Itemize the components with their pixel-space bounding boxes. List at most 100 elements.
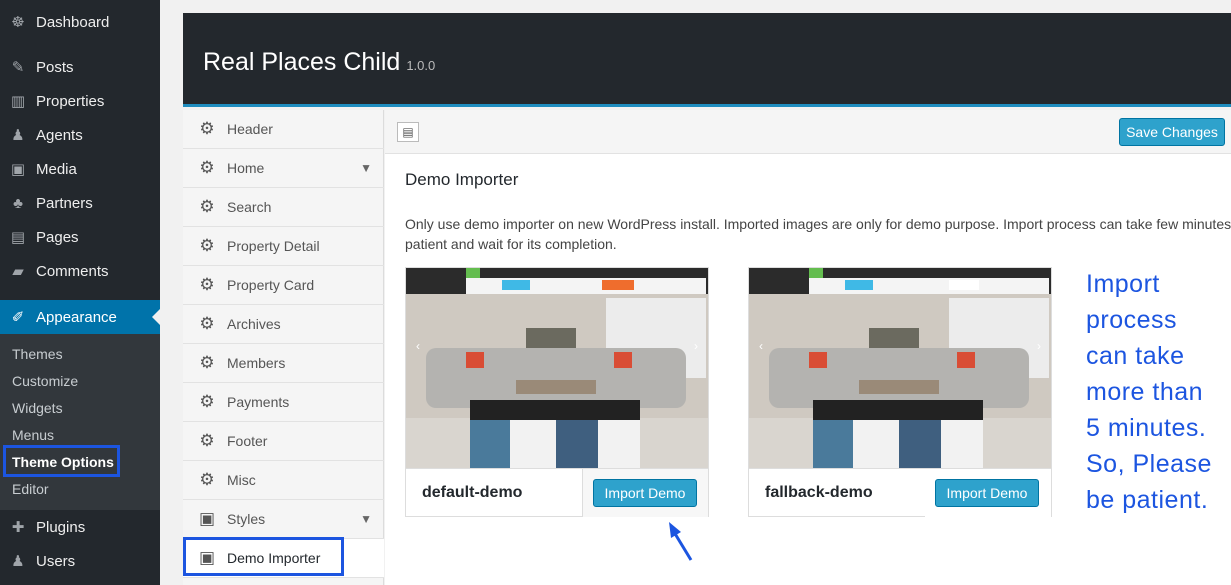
nav-footer[interactable]: ⚙ Footer [183, 422, 384, 461]
admin-sidebar: ☸ Dashboard ✎ Posts ▥ Properties ♟ Agents ▣ M… [0, 0, 160, 585]
menu-label: Partners [36, 194, 93, 212]
nav-label: Property Detail [227, 238, 320, 254]
menu-users[interactable]: ♟ Users [0, 544, 160, 578]
import-demo-button[interactable]: Import Demo [593, 479, 697, 507]
menu-label: Plugins [36, 518, 86, 536]
gear-icon: ⚙ [199, 158, 215, 177]
nav-archives[interactable]: ⚙ Archives [183, 305, 384, 344]
plug-icon: ✚ [11, 519, 25, 536]
nav-label: Payments [227, 394, 290, 410]
annotation-line: can take [1086, 342, 1185, 370]
description-line-2: patient and wait for its completion. [405, 236, 617, 252]
annotation-note: Import process can take more than 5 minu… [1086, 266, 1231, 518]
menu-partners[interactable]: ♣ Partners [0, 186, 160, 220]
menu-appearance[interactable]: ✐ Appearance [0, 300, 160, 334]
nav-misc[interactable]: ⚙ Misc [183, 461, 384, 500]
nav-styles[interactable]: ▣ Styles ▼ [183, 500, 384, 539]
menu-pages[interactable]: ▤ Pages [0, 220, 160, 254]
options-nav: ⚙ Header ⚙ Home ▼ ⚙ Search ⚙ Property Detail … [183, 110, 384, 585]
nav-label: Misc [227, 472, 256, 488]
submenu-editor[interactable]: Editor [12, 481, 49, 497]
submenu-widgets[interactable]: Widgets [12, 400, 63, 416]
pin-icon: ✎ [11, 59, 25, 76]
menu-agents[interactable]: ♟ Agents [0, 118, 160, 152]
section-title: Demo Importer [405, 170, 519, 189]
menu-label: Pages [36, 228, 79, 246]
panel-icon: ▣ [198, 509, 216, 528]
gear-icon: ⚙ [199, 392, 215, 411]
demo-name: fallback-demo [765, 484, 873, 501]
demo-thumbnail: ‹ › [749, 268, 1051, 468]
menu-label: Comments [36, 262, 109, 280]
gear-icon: ⚙ [199, 119, 215, 138]
nav-label: Property Card [227, 277, 315, 293]
theme-options-header: Real Places Child 1.0.0 [183, 13, 1231, 107]
nav-search[interactable]: ⚙ Search [183, 188, 384, 227]
import-demo-button[interactable]: Import Demo [935, 479, 1039, 507]
submenu-themes[interactable]: Themes [12, 346, 63, 362]
menu-media[interactable]: ▣ Media [0, 152, 160, 186]
submenu-menus[interactable]: Menus [12, 427, 54, 443]
annotation-line: Import [1086, 270, 1160, 298]
media-icon: ▣ [10, 161, 26, 178]
theme-name: Real Places Child [203, 48, 401, 76]
gear-icon: ⚙ [199, 353, 215, 372]
demo-footer: default-demo Import Demo [406, 468, 708, 517]
svg-text:›: › [1037, 339, 1041, 353]
annotation-line: So, Please [1086, 450, 1212, 478]
options-toolbar: ▤ Save Changes [385, 110, 1231, 154]
section-description: Only use demo importer on new WordPress … [405, 214, 1231, 254]
menu-comments[interactable]: ▰ Comments [0, 254, 160, 288]
save-changes-button[interactable]: Save Changes [1119, 118, 1225, 146]
nav-label: Styles [227, 511, 266, 527]
theme-version: 1.0.0 [406, 58, 436, 73]
gear-icon: ⚙ [199, 236, 215, 255]
demo-importer-highlight-box [183, 537, 344, 576]
svg-text:‹: ‹ [416, 339, 420, 353]
menu-posts[interactable]: ✎ Posts [0, 50, 160, 84]
nav-header[interactable]: ⚙ Header [183, 110, 384, 149]
menu-label: Users [36, 552, 76, 570]
menu-plugins[interactable]: ✚ Plugins [0, 510, 160, 544]
brush-icon: ✐ [11, 309, 25, 326]
nav-label: Header [227, 121, 273, 137]
nav-label: Footer [227, 433, 268, 449]
demo-action-area: Import Demo [925, 469, 1051, 517]
nav-members[interactable]: ⚙ Members [183, 344, 384, 383]
description-line-1: Only use demo importer on new WordPress … [405, 216, 1231, 232]
demo-action-area: Import Demo [582, 469, 708, 517]
expand-options-icon[interactable]: ▤ [397, 122, 419, 142]
annotation-line: more than [1086, 378, 1204, 406]
menu-properties[interactable]: ▥ Properties [0, 84, 160, 118]
menu-label: Media [36, 160, 77, 178]
nav-label: Members [227, 355, 286, 371]
demo-footer: fallback-demo Import Demo [749, 468, 1051, 517]
demo-thumbnail: ‹ › [406, 268, 708, 468]
user-icon: ♟ [11, 127, 25, 144]
theme-options-highlight-box [3, 445, 120, 477]
demo-card-default: ‹ › default-demo Import Demo [405, 267, 709, 517]
chevron-down-icon[interactable]: ▼ [360, 512, 372, 526]
gear-icon: ⚙ [199, 470, 215, 489]
group-icon: ♣ [13, 194, 23, 212]
menu-label: Agents [36, 126, 83, 144]
nav-label: Home [227, 160, 265, 176]
menu-dashboard[interactable]: ☸ Dashboard [0, 5, 160, 39]
page-icon: ▤ [10, 229, 26, 246]
comment-icon: ▰ [12, 263, 24, 280]
menu-label: Posts [36, 58, 74, 76]
nav-home[interactable]: ⚙ Home ▼ [183, 149, 384, 188]
svg-text:›: › [694, 339, 698, 353]
annotation-line: process [1086, 306, 1178, 334]
gear-icon: ⚙ [199, 314, 215, 333]
demo-card-fallback: ‹ › fallback-demo Import Demo [748, 267, 1052, 517]
submenu-customize[interactable]: Customize [12, 373, 78, 389]
nav-payments[interactable]: ⚙ Payments [183, 383, 384, 422]
appearance-submenu: Themes Customize Widgets Menus Theme Opt… [0, 334, 160, 510]
nav-property-detail[interactable]: ⚙ Property Detail [183, 227, 384, 266]
gear-icon: ⚙ [199, 431, 215, 450]
nav-label: Archives [227, 316, 281, 332]
chevron-down-icon[interactable]: ▼ [360, 161, 372, 175]
dashboard-icon: ☸ [11, 14, 25, 31]
nav-property-card[interactable]: ⚙ Property Card [183, 266, 384, 305]
